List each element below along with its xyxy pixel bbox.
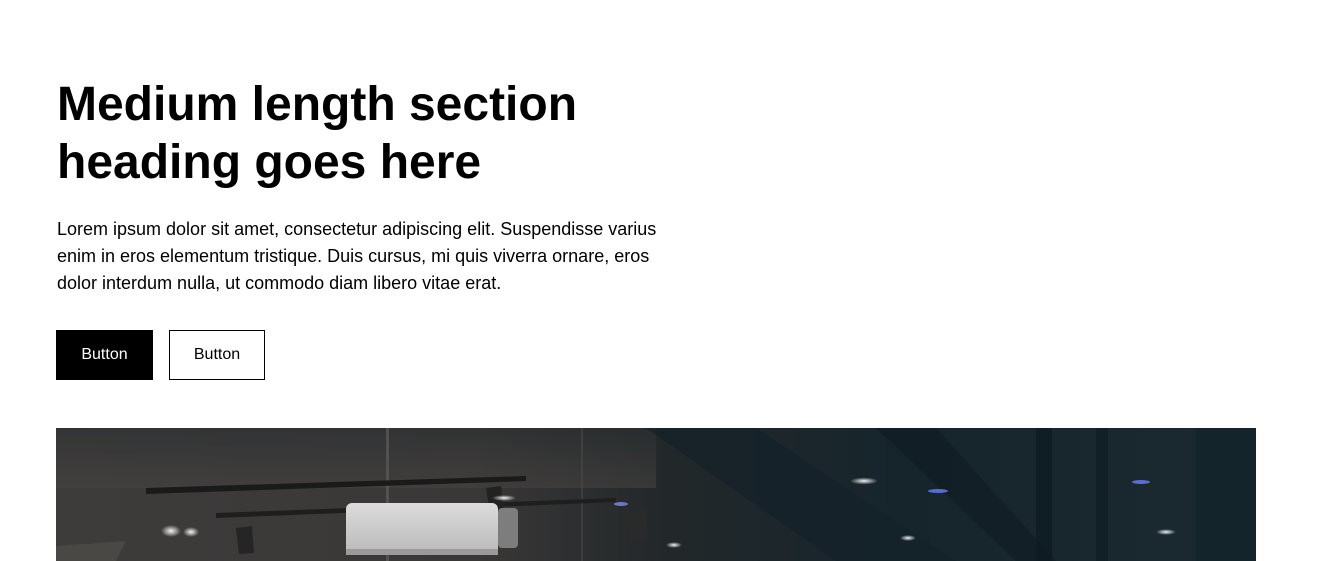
- secondary-button[interactable]: Button: [169, 330, 265, 380]
- section-heading: Medium length section heading goes here: [57, 78, 578, 189]
- header-section: Medium length section heading goes here …: [56, 0, 1256, 561]
- button-group: Button Button: [56, 330, 265, 380]
- primary-button[interactable]: Button: [56, 330, 153, 380]
- hero-image: [56, 428, 1256, 561]
- section-description: Lorem ipsum dolor sit amet, consectetur …: [57, 219, 657, 293]
